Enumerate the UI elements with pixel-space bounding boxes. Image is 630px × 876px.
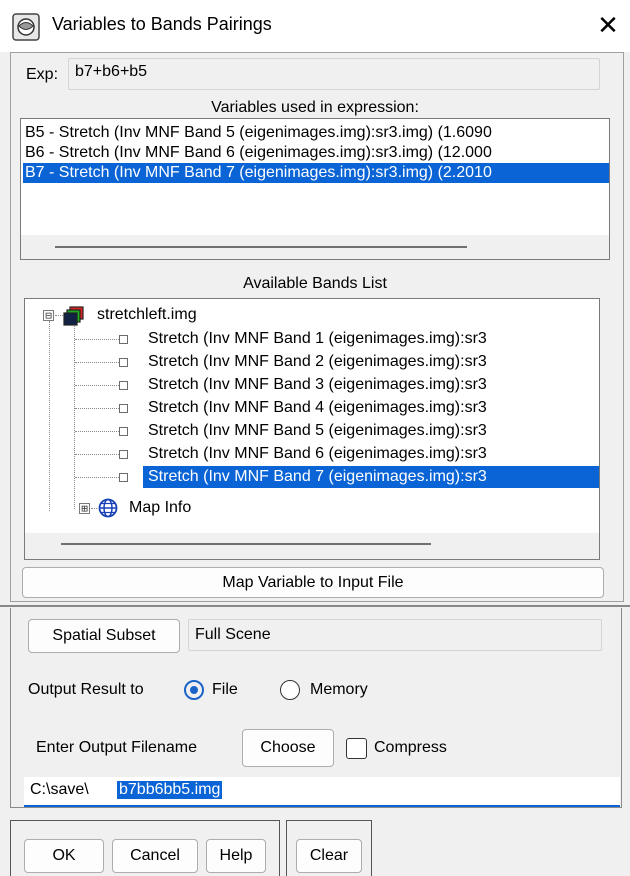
bands-scrollbar-thumb[interactable] (61, 543, 431, 545)
image-file-icon (63, 306, 85, 326)
tree-connector (75, 431, 119, 432)
close-icon[interactable]: ✕ (590, 10, 626, 42)
output-filename-label: Enter Output Filename (36, 739, 197, 756)
output-filename-input[interactable]: C:\save\ b7bb6bb5.img (24, 777, 620, 807)
bands-heading: Available Bands List (243, 275, 387, 292)
band-item[interactable]: Stretch (Inv MNF Band 7 (eigenimages.img… (143, 466, 599, 488)
band-item[interactable]: Stretch (Inv MNF Band 1 (eigenimages.img… (145, 328, 487, 350)
variables-list[interactable]: B5 - Stretch (Inv MNF Band 5 (eigenimage… (20, 118, 610, 260)
tree-connector (75, 454, 119, 455)
band-icon (119, 381, 128, 390)
band-icon (119, 450, 128, 459)
clear-button[interactable]: Clear (296, 839, 362, 873)
compress-label[interactable]: Compress (374, 739, 447, 757)
variables-scrollbar-thumb[interactable] (55, 246, 467, 248)
bands-scrollbar-track[interactable] (25, 533, 599, 559)
spatial-subset-button[interactable]: Spatial Subset (28, 619, 180, 653)
map-variable-button[interactable]: Map Variable to Input File (22, 567, 604, 598)
tree-connector (49, 321, 50, 511)
tree-file-label[interactable]: stretchleft.img (97, 304, 197, 326)
tree-connector (75, 408, 119, 409)
choose-button[interactable]: Choose (242, 729, 334, 767)
memory-radio[interactable] (280, 680, 300, 700)
band-item[interactable]: Stretch (Inv MNF Band 5 (eigenimages.img… (145, 420, 487, 442)
expression-field[interactable]: b7+b6+b5 (68, 58, 600, 90)
variable-item[interactable]: B7 - Stretch (Inv MNF Band 7 (eigenimage… (23, 163, 609, 183)
band-item[interactable]: Stretch (Inv MNF Band 2 (eigenimages.img… (145, 351, 487, 373)
band-item[interactable]: Stretch (Inv MNF Band 6 (eigenimages.img… (145, 443, 487, 465)
band-icon (119, 473, 128, 482)
output-result-label: Output Result to (28, 681, 144, 698)
path-selected-text: b7bb6bb5.img (117, 781, 223, 799)
globe-icon (97, 498, 119, 518)
expand-icon[interactable]: ⊞ (79, 503, 90, 514)
band-icon (119, 335, 128, 344)
spatial-subset-field: Full Scene (188, 619, 602, 651)
variable-item[interactable]: B5 - Stretch (Inv MNF Band 5 (eigenimage… (23, 123, 492, 143)
tree-connector (75, 362, 119, 363)
app-icon (12, 13, 40, 41)
section-divider (0, 605, 630, 607)
band-icon (119, 404, 128, 413)
bands-tree[interactable]: ⊟ stretchleft.img Stretch (Inv MNF Band … (24, 298, 600, 560)
variables-heading: Variables used in expression: (211, 99, 419, 116)
tree-connector (75, 385, 119, 386)
tree-connector (75, 477, 119, 478)
memory-radio-label[interactable]: Memory (310, 681, 368, 699)
window-title: Variables to Bands Pairings (52, 14, 272, 34)
band-icon (119, 427, 128, 436)
variable-item[interactable]: B6 - Stretch (Inv MNF Band 6 (eigenimage… (23, 143, 492, 163)
ok-button[interactable]: OK (24, 839, 104, 873)
band-icon (119, 358, 128, 367)
file-radio-label[interactable]: File (212, 681, 238, 699)
expression-label: Exp: (26, 66, 59, 83)
collapse-icon[interactable]: ⊟ (43, 310, 54, 321)
tree-connector (74, 325, 75, 509)
file-radio[interactable] (184, 680, 204, 700)
path-prefix: C:\save\ (30, 781, 89, 798)
compress-checkbox[interactable] (346, 738, 367, 759)
cancel-button[interactable]: Cancel (112, 839, 198, 873)
band-item[interactable]: Stretch (Inv MNF Band 3 (eigenimages.img… (145, 374, 487, 396)
band-item[interactable]: Stretch (Inv MNF Band 4 (eigenimages.img… (145, 397, 487, 419)
tree-connector (55, 315, 63, 316)
tree-connector (75, 339, 119, 340)
help-button[interactable]: Help (206, 839, 266, 873)
tree-map-info-label[interactable]: Map Info (125, 497, 191, 519)
